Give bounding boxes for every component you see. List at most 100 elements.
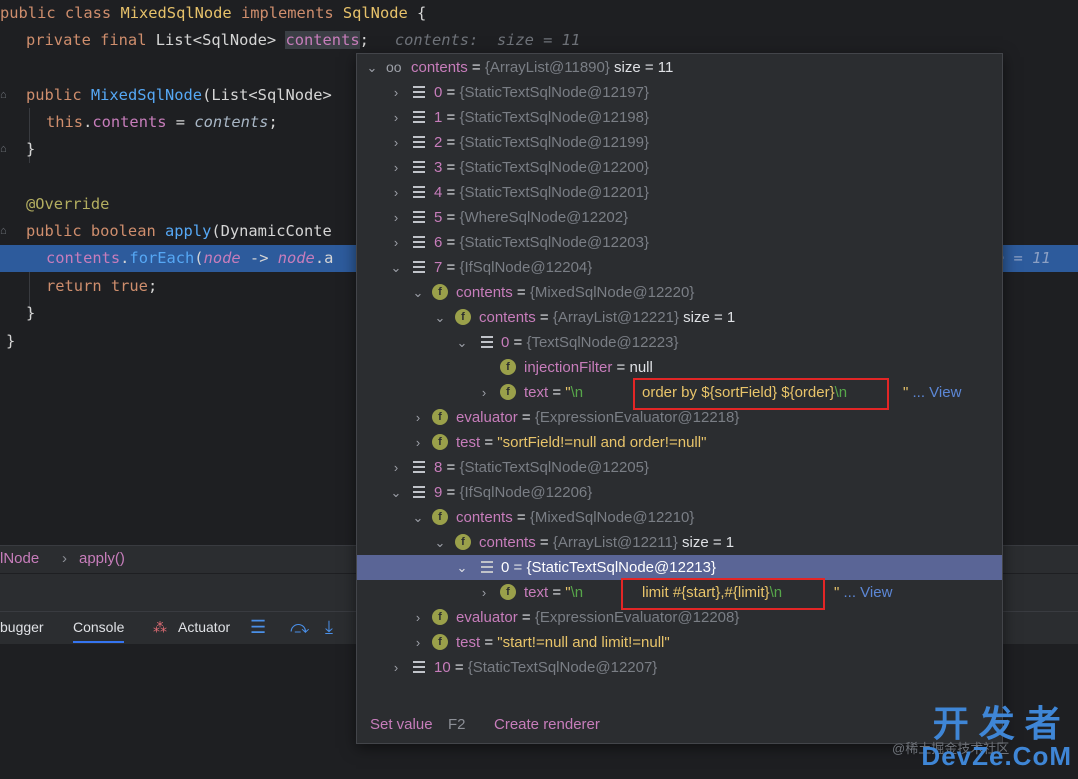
view-link[interactable]: ... View: [844, 584, 893, 601]
chevron-right-icon[interactable]: ›: [411, 430, 425, 455]
keyword: public boolean: [26, 222, 165, 240]
chevron-right-icon[interactable]: ›: [389, 130, 403, 155]
tree-row[interactable]: › 2 = {StaticTextSqlNode@12199}: [357, 130, 1002, 155]
view-link[interactable]: ... View: [913, 384, 962, 401]
tree-row[interactable]: ⌄ oo contents = {ArrayList@11890} size =…: [357, 55, 1002, 80]
var-type: {IfSqlNode@12206}: [459, 484, 593, 501]
chevron-down-icon[interactable]: ⌄: [433, 530, 447, 555]
chevron-down-icon[interactable]: ⌄: [411, 505, 425, 530]
tab-console[interactable]: Console: [73, 619, 125, 643]
chevron-down-icon[interactable]: ⌄: [455, 555, 469, 580]
params: (DynamicConte: [211, 222, 332, 240]
debug-value-popup[interactable]: ⌄ oo contents = {ArrayList@11890} size =…: [356, 53, 1003, 744]
tree-row-selected[interactable]: ⌄ 0 = {StaticTextSqlNode@12213}: [357, 555, 1002, 580]
tree-row[interactable]: ⌄ f contents = {ArrayList@12221} size = 1: [357, 305, 1002, 330]
chevron-right-icon[interactable]: ›: [389, 455, 403, 480]
field-icon: f: [500, 584, 516, 600]
watermark-logo: 开 发 者 DevZe.CoM: [921, 703, 1072, 772]
chevron-down-icon[interactable]: ⌄: [433, 305, 447, 330]
semicolon: ;: [268, 113, 278, 131]
create-renderer-link[interactable]: Create renderer: [494, 716, 600, 733]
tree-row[interactable]: ⌄ 9 = {IfSqlNode@12206}: [357, 480, 1002, 505]
var-type: {StaticTextSqlNode@12205}: [459, 459, 649, 476]
var-type: {ArrayList@12211}: [552, 534, 678, 551]
tab-debugger[interactable]: bugger: [0, 619, 44, 635]
chevron-down-icon[interactable]: ⌄: [365, 55, 379, 80]
var-name: 10: [434, 659, 451, 676]
chevron-right-icon[interactable]: ›: [411, 630, 425, 655]
var-value: "start!=null and limit!=null": [497, 634, 670, 651]
keyword: private final: [26, 31, 156, 49]
chevron-right-icon[interactable]: ›: [389, 105, 403, 130]
var-type: {TextSqlNode@12223}: [526, 334, 679, 351]
tree-row[interactable]: ⌄ f contents = {MixedSqlNode@12220}: [357, 280, 1002, 305]
tree-row[interactable]: f injectionFilter = null: [357, 355, 1002, 380]
tree-row[interactable]: ⌄ 7 = {IfSqlNode@12204}: [357, 255, 1002, 280]
chevron-down-icon[interactable]: ⌄: [455, 330, 469, 355]
code-tail: .a: [314, 249, 334, 267]
field-icon: f: [455, 534, 471, 550]
field-contents: contents: [46, 249, 121, 267]
annotation: @Override: [26, 195, 110, 213]
chevron-down-icon[interactable]: ⌄: [389, 480, 403, 505]
breadcrumb-class[interactable]: lNode: [0, 550, 39, 567]
chevron-right-icon[interactable]: ›: [389, 155, 403, 180]
field-icon: f: [455, 309, 471, 325]
chevron-down-icon[interactable]: ⌄: [389, 255, 403, 280]
chevron-right-icon[interactable]: ›: [389, 655, 403, 680]
tree-row[interactable]: ⌄ f contents = {ArrayList@12211} size = 1: [357, 530, 1002, 555]
chevron-right-icon[interactable]: ›: [477, 580, 491, 605]
field-contents[interactable]: contents: [285, 31, 360, 49]
string-quote: ": [834, 584, 840, 601]
tree-row[interactable]: › f test = "start!=null and limit!=null": [357, 630, 1002, 655]
chevron-right-icon[interactable]: ›: [389, 80, 403, 105]
escape-newline: \n: [570, 384, 584, 401]
step-into-icon[interactable]: ⤓: [325, 617, 333, 638]
chevron-down-icon[interactable]: ⌄: [411, 280, 425, 305]
tree-row[interactable]: › 1 = {StaticTextSqlNode@12198}: [357, 105, 1002, 130]
list-item-icon: [413, 261, 425, 273]
assign: =: [166, 113, 195, 131]
tree-row[interactable]: › 6 = {StaticTextSqlNode@12203}: [357, 230, 1002, 255]
params: (List<SqlNode>: [202, 86, 332, 104]
field-icon: f: [432, 409, 448, 425]
tree-row[interactable]: › 5 = {WhereSqlNode@12202}: [357, 205, 1002, 230]
tree-row[interactable]: › 8 = {StaticTextSqlNode@12205}: [357, 455, 1002, 480]
tree-row[interactable]: › 4 = {StaticTextSqlNode@12201}: [357, 180, 1002, 205]
breadcrumb-method[interactable]: apply(): [79, 550, 125, 567]
chevron-right-icon[interactable]: ›: [411, 405, 425, 430]
list-item-icon: [413, 186, 425, 198]
watermark-line: 开 发 者: [932, 703, 1061, 744]
chevron-right-icon[interactable]: ›: [389, 205, 403, 230]
shortcut-hint: F2: [448, 716, 466, 733]
list-item-icon: [481, 336, 493, 348]
type-name: List<SqlNode>: [155, 31, 286, 49]
chevron-right-icon[interactable]: ›: [389, 230, 403, 255]
var-type: {StaticTextSqlNode@12198}: [459, 109, 649, 126]
chevron-right-icon[interactable]: ›: [389, 180, 403, 205]
constructor-name: MixedSqlNode: [90, 86, 203, 104]
var-name: evaluator: [456, 609, 518, 626]
var-type: {StaticTextSqlNode@12213}: [526, 559, 716, 576]
chevron-right-icon[interactable]: ›: [411, 605, 425, 630]
field-icon: f: [432, 609, 448, 625]
chevron-right-icon[interactable]: ›: [477, 380, 491, 405]
tree-row[interactable]: › 3 = {StaticTextSqlNode@12200}: [357, 155, 1002, 180]
brace: }: [26, 140, 36, 158]
list-item-icon: [413, 111, 425, 123]
tab-actuator[interactable]: Actuator: [178, 619, 230, 635]
tree-row[interactable]: › 10 = {StaticTextSqlNode@12207}: [357, 655, 1002, 680]
lambda-param: node: [203, 249, 241, 267]
threads-icon[interactable]: ☰: [250, 617, 266, 638]
var-name: test: [456, 634, 481, 651]
step-over-icon[interactable]: ⤼: [290, 617, 309, 638]
tree-row[interactable]: › f test = "sortField!=null and order!=nul…: [357, 430, 1002, 455]
list-item-icon: [413, 486, 425, 498]
tree-row[interactable]: ⌄ 0 = {TextSqlNode@12223}: [357, 330, 1002, 355]
param-contents: contents: [194, 113, 269, 131]
brace: }: [6, 332, 16, 350]
tree-row[interactable]: › 0 = {StaticTextSqlNode@12197}: [357, 80, 1002, 105]
interface-name: SqlNode: [342, 4, 408, 22]
set-value-link[interactable]: Set value: [370, 716, 433, 733]
tree-row[interactable]: ⌄ f contents = {MixedSqlNode@12210}: [357, 505, 1002, 530]
